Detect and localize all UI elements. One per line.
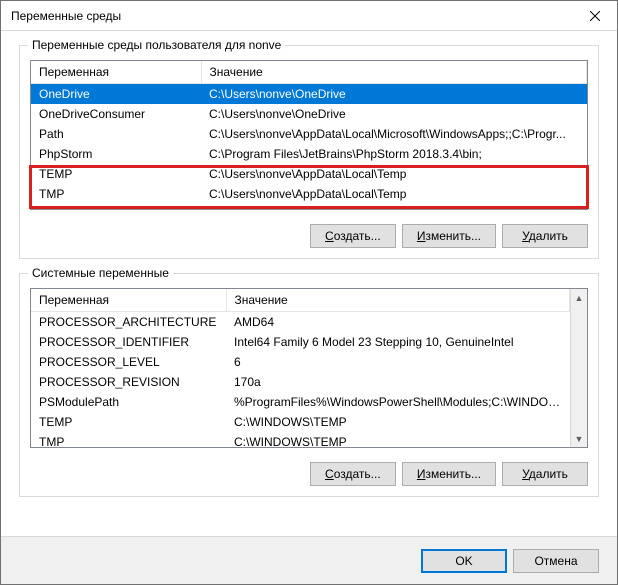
table-row[interactable]: PhpStormC:\Program Files\JetBrains\PhpSt… [31,144,587,164]
user-vars-buttons: Создать... Изменить... Удалить [30,224,588,248]
val-cell: AMD64 [226,312,570,333]
table-row[interactable]: PSModulePath%ProgramFiles%\WindowsPowerS… [31,392,570,412]
user-vars-label: Переменные среды пользователя для nonve [28,38,285,52]
col-header-var[interactable]: Переменная [31,61,201,84]
val-cell: %ProgramFiles%\WindowsPowerShell\Modules… [226,392,570,412]
table-row[interactable]: PROCESSOR_IDENTIFIERIntel64 Family 6 Mod… [31,332,570,352]
var-cell: OneDrive [31,84,201,105]
cancel-button[interactable]: Отмена [513,549,599,573]
val-cell: 170a [226,372,570,392]
user-delete-button[interactable]: Удалить [502,224,588,248]
user-edit-button[interactable]: Изменить... [402,224,496,248]
dialog-footer: OK Отмена [1,536,617,584]
var-cell: PROCESSOR_REVISION [31,372,226,392]
user-new-button[interactable]: Создать... [310,224,396,248]
sys-edit-button[interactable]: Изменить... [402,462,496,486]
var-cell: PROCESSOR_ARCHITECTURE [31,312,226,333]
var-cell: PSModulePath [31,392,226,412]
sys-new-button[interactable]: Создать... [310,462,396,486]
table-row[interactable]: PROCESSOR_ARCHITECTUREAMD64 [31,312,570,333]
ok-button[interactable]: OK [421,549,507,573]
close-button[interactable] [572,1,617,31]
user-vars-group: Переменные среды пользователя для nonve … [19,45,599,259]
var-cell: PROCESSOR_LEVEL [31,352,226,372]
scroll-down-icon[interactable]: ▼ [571,430,587,447]
table-row[interactable]: PROCESSOR_LEVEL6 [31,352,570,372]
titlebar: Переменные среды [1,1,617,31]
val-cell: 6 [226,352,570,372]
var-cell: OneDriveConsumer [31,104,201,124]
table-row[interactable]: TMPC:\Users\nonve\AppData\Local\Temp [31,184,587,204]
val-cell: C:\Users\nonve\OneDrive [201,104,587,124]
col-header-val[interactable]: Значение [201,61,587,84]
sys-vars-group: Системные переменные Переменная Значение… [19,273,599,497]
table-row[interactable]: PathC:\Users\nonve\AppData\Local\Microso… [31,124,587,144]
table-row[interactable]: TEMPC:\WINDOWS\TEMP [31,412,570,432]
table-row[interactable]: OneDriveC:\Users\nonve\OneDrive [31,84,587,105]
val-cell: C:\Users\nonve\AppData\Local\Temp [201,164,587,184]
table-row[interactable]: TEMPC:\Users\nonve\AppData\Local\Temp [31,164,587,184]
val-cell: C:\Users\nonve\OneDrive [201,84,587,105]
val-cell: Intel64 Family 6 Model 23 Stepping 10, G… [226,332,570,352]
var-cell: Path [31,124,201,144]
var-cell: TEMP [31,164,201,184]
scroll-up-icon[interactable]: ▲ [571,289,587,306]
close-icon [590,11,600,21]
val-cell: C:\Users\nonve\AppData\Local\Temp [201,184,587,204]
table-row[interactable]: OneDriveConsumerC:\Users\nonve\OneDrive [31,104,587,124]
table-row[interactable]: TMPC:\WINDOWS\TEMP [31,432,570,447]
user-vars-table[interactable]: Переменная Значение OneDriveC:\Users\non… [30,60,588,210]
val-cell: C:\WINDOWS\TEMP [226,432,570,447]
env-vars-dialog: Переменные среды Переменные среды пользо… [0,0,618,585]
sys-vars-buttons: Создать... Изменить... Удалить [30,462,588,486]
sys-delete-button[interactable]: Удалить [502,462,588,486]
var-cell: TMP [31,184,201,204]
var-cell: PhpStorm [31,144,201,164]
sys-vars-table[interactable]: Переменная Значение PROCESSOR_ARCHITECTU… [30,288,588,448]
var-cell: TEMP [31,412,226,432]
table-row[interactable]: PROCESSOR_REVISION170a [31,372,570,392]
var-cell: TMP [31,432,226,447]
col-header-var[interactable]: Переменная [31,289,226,312]
val-cell: C:\WINDOWS\TEMP [226,412,570,432]
window-title: Переменные среды [11,9,121,23]
var-cell: PROCESSOR_IDENTIFIER [31,332,226,352]
col-header-val[interactable]: Значение [226,289,570,312]
sys-vars-label: Системные переменные [28,266,173,280]
val-cell: C:\Users\nonve\AppData\Local\Microsoft\W… [201,124,587,144]
val-cell: C:\Program Files\JetBrains\PhpStorm 2018… [201,144,587,164]
scrollbar[interactable]: ▲ ▼ [570,289,587,447]
